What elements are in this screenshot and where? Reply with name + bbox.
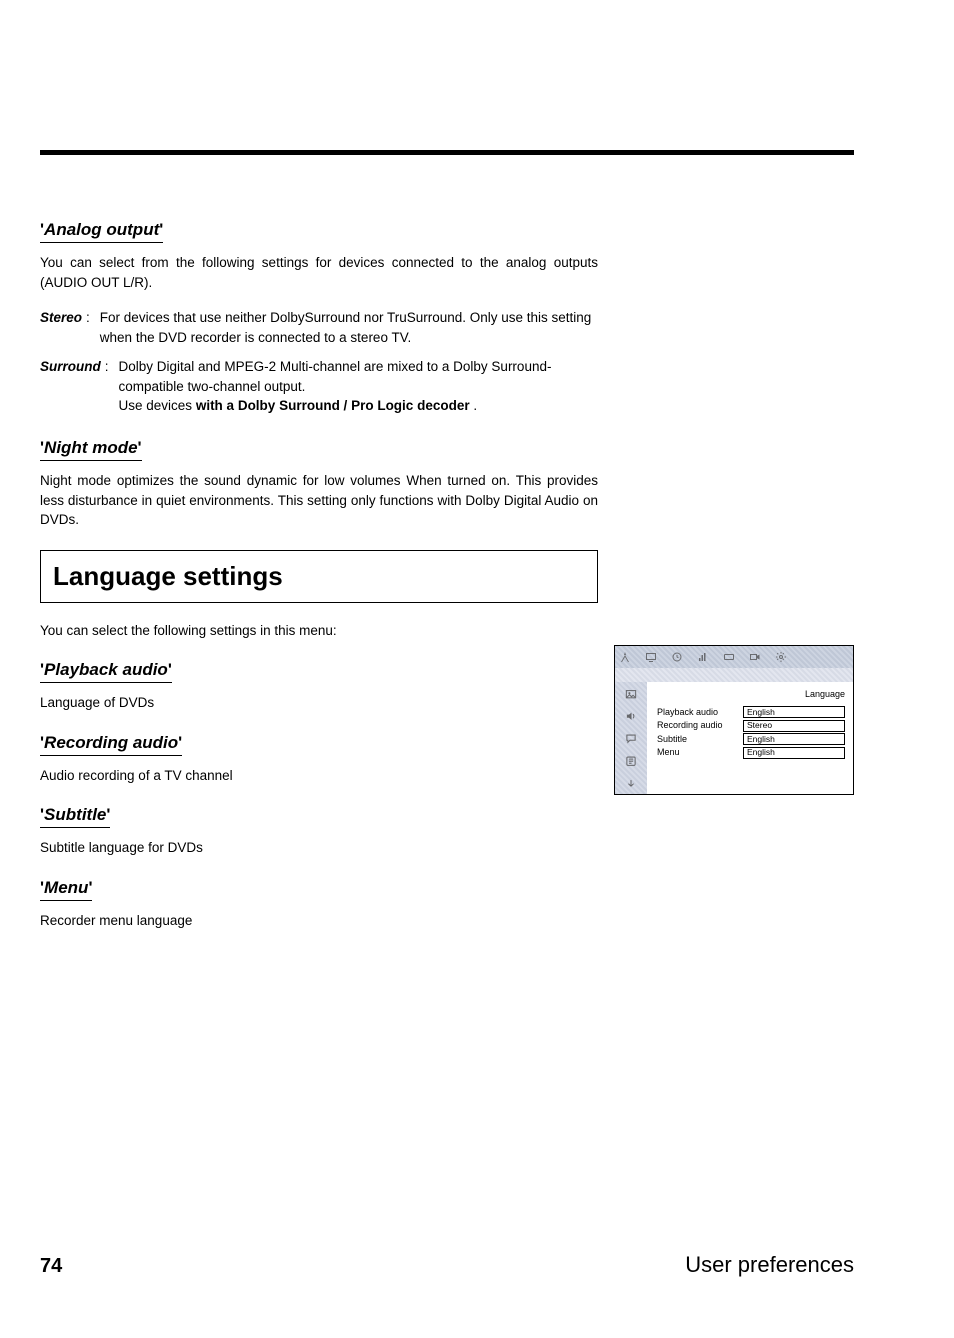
- def-term-surround: Surround: [40, 357, 105, 416]
- section-night-mode: 'Night mode' Night mode optimizes the so…: [40, 438, 854, 530]
- definition-list: Stereo : For devices that use neither Do…: [40, 308, 598, 416]
- osd-panel-title: Language: [657, 688, 845, 702]
- heading-playback-audio: 'Playback audio': [40, 660, 172, 683]
- heading-recording-audio: 'Recording audio': [40, 733, 182, 756]
- content-area: 'Analog output' You can select from the …: [40, 220, 854, 930]
- top-rule: [40, 150, 854, 155]
- osd-row: MenuEnglish: [657, 746, 845, 760]
- osd-row-value: Stereo: [743, 720, 845, 732]
- box-title-language-settings: Language settings: [53, 561, 585, 592]
- osd-figure: Language Playback audioEnglishRecording …: [614, 645, 854, 795]
- osd-row: Recording audioStereo: [657, 719, 845, 733]
- heading-subtitle-text: Subtitle: [44, 805, 106, 824]
- osd-row: SubtitleEnglish: [657, 733, 845, 747]
- osd-row-label: Subtitle: [657, 733, 743, 747]
- heading-night-mode: 'Night mode': [40, 438, 142, 461]
- speech-icon: [624, 733, 638, 745]
- osd-row: Playback audioEnglish: [657, 706, 845, 720]
- desc-subtitle: Subtitle language for DVDs: [40, 838, 854, 858]
- osd-main-panel: Language Playback audioEnglishRecording …: [647, 682, 853, 794]
- para-language-intro: You can select the following settings in…: [40, 621, 598, 641]
- osd-strip: [615, 668, 853, 682]
- osd-row-label: Playback audio: [657, 706, 743, 720]
- features-icon: [624, 755, 638, 767]
- picture-icon: [624, 688, 638, 700]
- tv-icon: [645, 651, 657, 663]
- clock-icon: [671, 651, 683, 663]
- arrow-down-icon: [624, 778, 638, 790]
- def-term-stereo: Stereo: [40, 308, 86, 347]
- def-desc-stereo: For devices that use neither DolbySurrou…: [100, 308, 598, 347]
- heading-night-mode-text: Night mode: [44, 438, 138, 457]
- osd-top-tabs: [615, 646, 853, 668]
- antenna-icon: [619, 651, 631, 663]
- osd-row-label: Recording audio: [657, 719, 743, 733]
- def-stereo: Stereo : For devices that use neither Do…: [40, 308, 598, 347]
- heading-analog-output: 'Analog output': [40, 220, 163, 243]
- osd-screen: Language Playback audioEnglishRecording …: [614, 645, 854, 795]
- section-analog-output: 'Analog output' You can select from the …: [40, 220, 854, 416]
- heading-analog-output-text: Analog output: [44, 220, 159, 239]
- gear-icon: [775, 651, 787, 663]
- osd-row-value: English: [743, 706, 845, 718]
- para-analog-output: You can select from the following settin…: [40, 253, 598, 292]
- osd-row-label: Menu: [657, 746, 743, 760]
- heading-menu-text: Menu: [44, 878, 88, 897]
- def-surround: Surround : Dolby Digital and MPEG-2 Mult…: [40, 357, 598, 416]
- heading-playback-audio-text: Playback audio: [44, 660, 168, 679]
- osd-sidebar: [615, 682, 647, 794]
- section-menu: 'Menu' Recorder menu language: [40, 878, 854, 931]
- osd-row-value: English: [743, 733, 845, 745]
- page-number: 74: [40, 1255, 62, 1278]
- card-icon: [723, 651, 735, 663]
- box-language-settings: Language settings: [40, 550, 598, 603]
- heading-subtitle: 'Subtitle': [40, 805, 110, 828]
- osd-body: Language Playback audioEnglishRecording …: [615, 682, 853, 794]
- def-desc-surround: Dolby Digital and MPEG-2 Multi-channel a…: [119, 357, 598, 416]
- signal-icon: [697, 651, 709, 663]
- heading-recording-audio-text: Recording audio: [44, 733, 178, 752]
- video-icon: [749, 651, 761, 663]
- speaker-icon: [624, 710, 638, 722]
- footer-title: User preferences: [685, 1252, 854, 1278]
- footer: 74 User preferences: [40, 1252, 854, 1278]
- page: 'Analog output' You can select from the …: [0, 0, 954, 1338]
- heading-menu: 'Menu': [40, 878, 92, 901]
- section-subtitle: 'Subtitle' Subtitle language for DVDs: [40, 805, 854, 858]
- osd-row-value: English: [743, 747, 845, 759]
- desc-menu: Recorder menu language: [40, 911, 854, 931]
- para-night-mode: Night mode optimizes the sound dynamic f…: [40, 471, 598, 530]
